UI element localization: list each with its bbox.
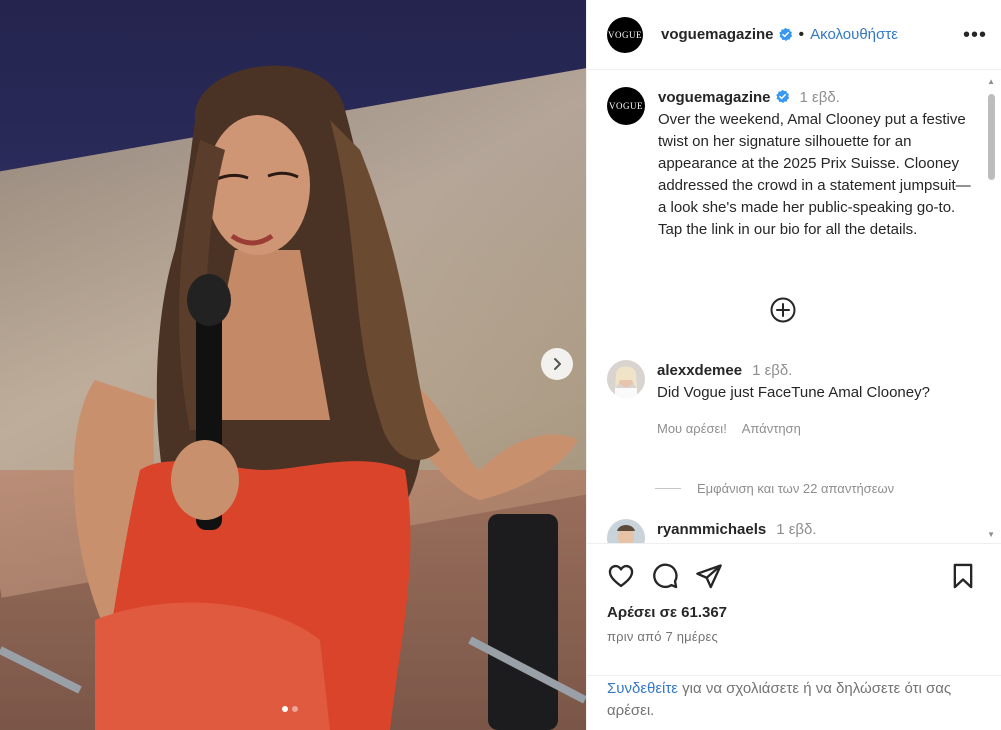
login-link[interactable]: Συνδεθείτε: [607, 680, 678, 697]
view-replies-button[interactable]: Εμφάνιση και των 22 απαντήσεων: [655, 481, 894, 496]
caption-username[interactable]: voguemagazine: [658, 89, 771, 106]
next-image-button[interactable]: [541, 348, 573, 380]
author-username[interactable]: voguemagazine: [661, 26, 774, 43]
commenter-avatar-image: [607, 519, 645, 543]
comment-body: ryanmmichaels 1 εβδ.: [657, 519, 817, 543]
share-icon[interactable]: [695, 562, 723, 590]
scroll-up-arrow-icon[interactable]: ▲: [987, 77, 995, 86]
post-sidebar: VOGUE voguemagazine • Ακολουθήστε ••• VO…: [586, 0, 1001, 730]
author-avatar[interactable]: VOGUE: [607, 16, 643, 53]
view-replies-label: Εμφάνιση και των 22 απαντήσεων: [697, 481, 895, 496]
bookmark-icon[interactable]: [949, 562, 977, 590]
photo-illustration: [0, 65, 586, 730]
add-comment-icon[interactable]: [770, 297, 796, 323]
avatar-logo-text: VOGUE: [608, 29, 642, 40]
caption-body: voguemagazine 1 εβδ. Over the weekend, Am…: [658, 87, 971, 241]
post-actions: Αρέσει σε 61.367 πριν από 7 ημέρες: [587, 543, 1001, 644]
more-icon[interactable]: •••: [963, 25, 987, 45]
comment-text: Did Vogue just FaceTune Amal Clooney?: [657, 384, 930, 401]
post-date[interactable]: πριν από 7 ημέρες: [607, 629, 981, 644]
header-separator: •: [798, 25, 805, 43]
comment-time[interactable]: 1 εβδ.: [752, 362, 792, 379]
carousel-dot-active: [282, 706, 288, 712]
comment-body: alexxdemee 1 εβδ. Did Vogue just FaceTune…: [657, 360, 930, 440]
scroll-down-arrow-icon[interactable]: ▼: [987, 530, 995, 539]
comment-icon[interactable]: [651, 562, 679, 590]
follow-button[interactable]: Ακολουθήστε: [810, 26, 898, 43]
verified-badge-icon: [778, 27, 792, 41]
comment-username[interactable]: alexxdemee: [657, 362, 742, 379]
scrollbar-thumb[interactable]: [988, 94, 995, 180]
comment-item: alexxdemee 1 εβδ. Did Vogue just FaceTune…: [607, 360, 971, 440]
post-caption: VOGUE voguemagazine 1 εβδ. Over the weeke…: [587, 71, 1001, 241]
comment-actions: Μου αρέσει! Απάντηση: [657, 418, 930, 440]
replies-divider: [655, 488, 681, 489]
caption-time[interactable]: 1 εβδ.: [800, 89, 840, 106]
comment-reply-button[interactable]: Απάντηση: [742, 421, 801, 436]
comment-username[interactable]: ryanmmichaels: [657, 521, 766, 538]
carousel-indicator: [282, 706, 298, 712]
comment-like-button[interactable]: Μου αρέσει!: [657, 421, 727, 436]
caption-author-avatar[interactable]: VOGUE: [607, 87, 645, 125]
chevron-right-icon: [554, 358, 561, 370]
comments-list[interactable]: VOGUE voguemagazine 1 εβδ. Over the weeke…: [587, 71, 1001, 543]
comment-time[interactable]: 1 εβδ.: [776, 521, 816, 538]
action-icons: [607, 544, 981, 608]
instagram-post-view: VOGUE voguemagazine • Ακολουθήστε ••• VO…: [0, 0, 1001, 730]
likes-count[interactable]: Αρέσει σε 61.367: [607, 604, 981, 621]
comment-item: ryanmmichaels 1 εβδ.: [607, 519, 971, 543]
verified-badge-icon: [775, 89, 789, 103]
login-prompt: Συνδεθείτε για να σχολιάσετε ή να δηλώσε…: [587, 675, 1001, 722]
caption-text: Over the weekend, Amal Clooney put a fes…: [658, 111, 971, 238]
heart-icon[interactable]: [607, 562, 635, 590]
carousel-dot: [292, 706, 298, 712]
commenter-avatar-image: [607, 360, 645, 398]
avatar-logo-text: VOGUE: [609, 101, 643, 111]
commenter-avatar[interactable]: [607, 360, 645, 398]
post-image[interactable]: [0, 0, 586, 730]
post-header: VOGUE voguemagazine • Ακολουθήστε •••: [587, 0, 1001, 70]
commenter-avatar[interactable]: [607, 519, 645, 543]
